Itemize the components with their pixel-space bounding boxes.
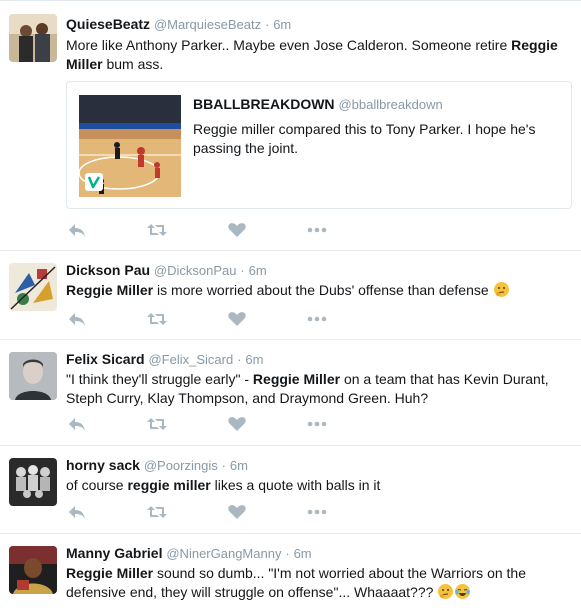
timestamp[interactable]: 6m xyxy=(273,17,291,32)
more-icon[interactable] xyxy=(306,310,328,328)
tweet-text: Reggie Miller is more worried about the … xyxy=(66,281,573,300)
retweet-icon[interactable] xyxy=(146,310,168,328)
vine-logo-icon xyxy=(85,173,103,191)
timestamp[interactable]: 6m xyxy=(245,352,263,367)
tweet-text: More like Anthony Parker.. Maybe even Jo… xyxy=(66,36,573,74)
timestamp[interactable]: 6m xyxy=(230,458,248,473)
highlighted-term: Reggie Miller xyxy=(66,565,154,581)
separator-dot: · xyxy=(264,17,270,32)
quoted-tweet-body: BBALLBREAKDOWN @bballbreakdown Reggie mi… xyxy=(193,94,561,158)
tweet-header: QuieseBeatz @MarquieseBeatz · 6m xyxy=(66,14,573,34)
timestamp[interactable]: 6m xyxy=(249,263,267,278)
avatar-image xyxy=(9,546,57,594)
display-name[interactable]: Manny Gabriel xyxy=(66,545,162,561)
quoted-media-thumbnail[interactable] xyxy=(79,95,181,197)
reply-icon[interactable] xyxy=(66,310,88,328)
retweet-icon[interactable] xyxy=(146,503,168,521)
reply-icon[interactable] xyxy=(66,221,88,239)
display-name[interactable]: Felix Sicard xyxy=(66,351,145,367)
separator-dot: · xyxy=(240,263,245,278)
user-handle[interactable]: @MarquieseBeatz xyxy=(154,17,261,32)
text-segment: is more worried about the Dubs' offense … xyxy=(153,282,493,298)
text-segment: of course xyxy=(66,477,128,493)
reply-icon[interactable] xyxy=(66,415,88,433)
avatar[interactable] xyxy=(9,14,57,62)
thinking-face-emoji xyxy=(493,281,510,298)
tweet-feed: QuieseBeatz @MarquieseBeatz · 6m More li… xyxy=(0,0,581,610)
text-segment: More like Anthony Parker.. Maybe even Jo… xyxy=(66,37,512,53)
display-name[interactable]: Dickson Pau xyxy=(66,262,150,278)
more-icon[interactable] xyxy=(306,415,328,433)
tweet[interactable]: Manny Gabriel @NinerGangManny · 6m Reggi… xyxy=(0,534,581,610)
tweet-actions xyxy=(66,221,366,239)
avatar[interactable] xyxy=(9,352,57,400)
tweet-header: horny sack @Poorzingis · 6m xyxy=(66,455,573,475)
tweet-header: Felix Sicard @Felix_Sicard · 6m xyxy=(66,349,573,369)
text-segment: "I think they'll struggle early" - xyxy=(66,371,253,387)
tweet[interactable]: Felix Sicard @Felix_Sicard · 6m "I think… xyxy=(0,340,581,446)
heart-icon[interactable] xyxy=(226,221,248,239)
highlighted-term: Reggie Miller xyxy=(66,282,154,298)
tweet-actions xyxy=(66,310,366,328)
text-segment: bum ass. xyxy=(102,56,164,72)
avatar[interactable] xyxy=(9,458,57,506)
highlighted-term: Reggie Miller xyxy=(252,371,341,387)
avatar-image xyxy=(9,263,57,311)
separator-dot: · xyxy=(221,458,226,473)
heart-icon[interactable] xyxy=(226,310,248,328)
separator-dot: · xyxy=(237,352,242,367)
avatar-image xyxy=(9,14,57,62)
tweet[interactable]: QuieseBeatz @MarquieseBeatz · 6m More li… xyxy=(0,1,581,251)
quoted-display-name[interactable]: BBALLBREAKDOWN xyxy=(193,96,335,112)
tweet[interactable]: horny sack @Poorzingis · 6m of course re… xyxy=(0,446,581,534)
heart-icon[interactable] xyxy=(226,415,248,433)
user-handle[interactable]: @Poorzingis xyxy=(144,458,218,473)
retweet-icon[interactable] xyxy=(146,221,168,239)
tweet-text: of course reggie miller likes a quote wi… xyxy=(66,476,573,495)
reply-icon[interactable] xyxy=(66,503,88,521)
text-segment: likes a quote with balls in it xyxy=(210,477,381,493)
tweet-actions xyxy=(66,415,366,433)
user-handle[interactable]: @DicksonPau xyxy=(154,263,237,278)
quoted-tweet-text: Reggie miller compared this to Tony Park… xyxy=(193,121,536,156)
tweet-actions xyxy=(66,503,366,521)
thinking-face-emoji xyxy=(437,583,454,600)
highlighted-term: reggie miller xyxy=(127,477,211,493)
avatar-image xyxy=(9,352,57,400)
heart-icon[interactable] xyxy=(226,503,248,521)
separator-dot: · xyxy=(285,546,290,561)
avatar[interactable] xyxy=(9,263,57,311)
quoted-user-handle[interactable]: @bballbreakdown xyxy=(338,97,442,112)
retweet-icon[interactable] xyxy=(146,415,168,433)
avatar-image xyxy=(9,458,57,506)
avatar[interactable] xyxy=(9,546,57,594)
tweet-header: Manny Gabriel @NinerGangManny · 6m xyxy=(66,543,573,563)
quoted-tweet[interactable]: BBALLBREAKDOWN @bballbreakdown Reggie mi… xyxy=(66,81,572,209)
quoted-tweet-header: BBALLBREAKDOWN @bballbreakdown xyxy=(193,94,561,114)
timestamp[interactable]: 6m xyxy=(294,546,312,561)
tweet-text: "I think they'll struggle early" - Reggi… xyxy=(66,370,573,408)
display-name[interactable]: QuieseBeatz xyxy=(66,16,150,32)
user-handle[interactable]: @Felix_Sicard xyxy=(148,352,233,367)
display-name[interactable]: horny sack xyxy=(66,457,140,473)
user-handle[interactable]: @NinerGangManny xyxy=(166,546,281,561)
tweet-header: Dickson Pau @DicksonPau · 6m xyxy=(66,260,573,280)
tweet-text: Reggie Miller sound so dumb... "I'm not … xyxy=(66,564,573,602)
tweet[interactable]: Dickson Pau @DicksonPau · 6m Reggie Mill… xyxy=(0,251,581,340)
more-icon[interactable] xyxy=(306,503,328,521)
more-icon[interactable] xyxy=(306,221,328,239)
tears-of-joy-emoji xyxy=(454,583,471,600)
